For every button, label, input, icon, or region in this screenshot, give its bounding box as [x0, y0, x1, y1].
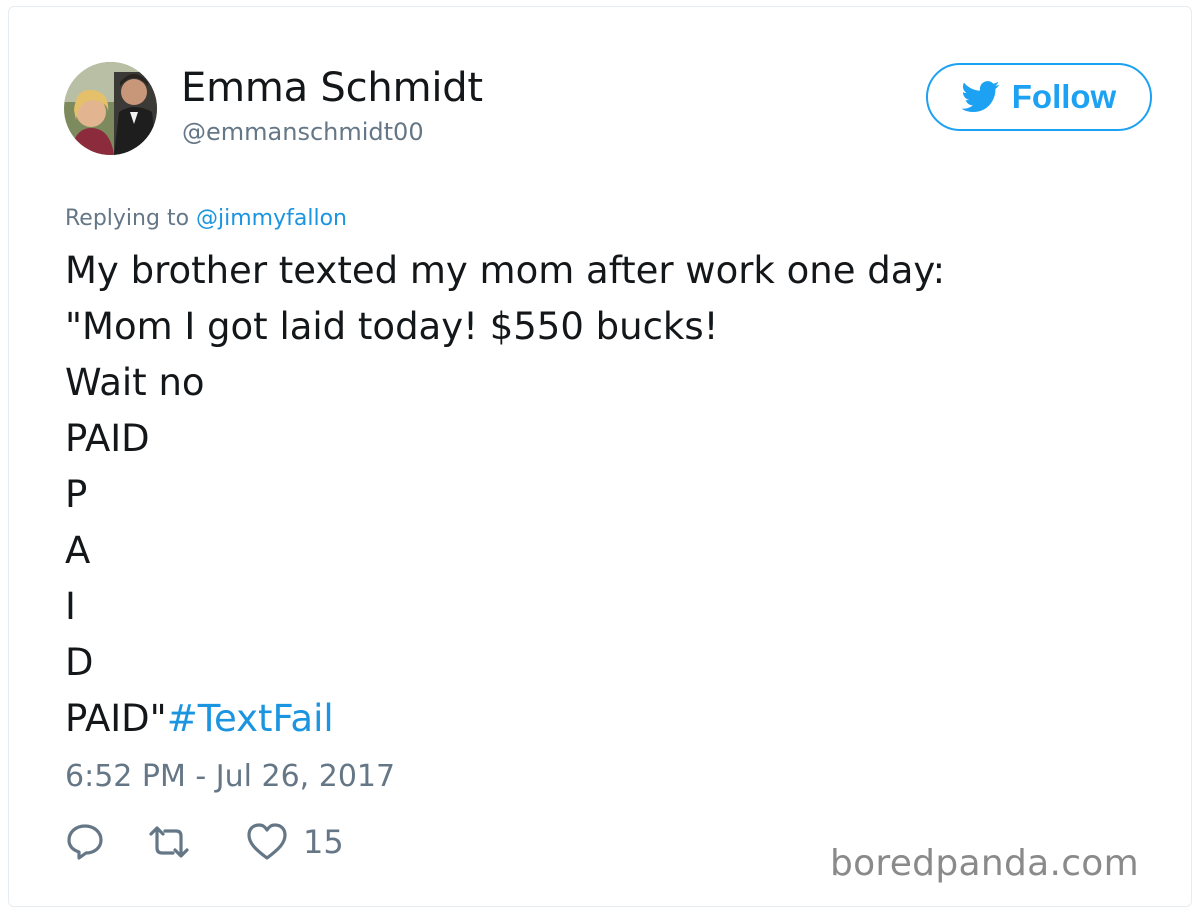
tweet-line: "Mom I got laid today! $550 bucks!	[65, 305, 719, 348]
tweet-line: P	[65, 473, 88, 516]
twitter-bird-icon	[961, 81, 1000, 113]
like-count: 15	[303, 823, 344, 861]
replying-to: Replying to @jimmyfallon	[65, 206, 347, 231]
tweet-line: D	[65, 641, 94, 684]
tweet-line: My brother texted my mom after work one …	[65, 249, 946, 292]
retweet-button[interactable]	[143, 822, 195, 862]
tweet-line: Wait no	[65, 361, 205, 404]
avatar[interactable]	[64, 62, 157, 155]
display-name[interactable]: Emma Schmidt	[181, 65, 483, 111]
tweet-text: My brother texted my mom after work one …	[65, 243, 1145, 747]
tweet-last-line-text: PAID"	[65, 697, 167, 740]
reply-mention-link[interactable]: @jimmyfallon	[196, 206, 347, 231]
tweet-card: Emma Schmidt @emmanschmidt00 Follow Repl…	[8, 6, 1192, 907]
tweet-line: A	[65, 529, 91, 572]
tweet-line: PAID	[65, 417, 150, 460]
reply-icon	[67, 824, 103, 860]
like-button[interactable]: 15	[245, 822, 344, 862]
follow-button-label: Follow	[1011, 78, 1117, 115]
watermark: boredpanda.com	[829, 843, 1139, 884]
replying-to-prefix: Replying to	[65, 206, 197, 231]
user-handle[interactable]: @emmanschmidt00	[182, 118, 424, 146]
heart-icon	[247, 823, 287, 860]
tweet-timestamp[interactable]: 6:52 PM - Jul 26, 2017	[65, 759, 395, 794]
reply-button[interactable]	[65, 822, 105, 862]
retweet-icon	[149, 826, 189, 858]
tweet-last-line: PAID"#TextFail	[65, 691, 1145, 747]
avatar-photo	[64, 62, 157, 155]
follow-button[interactable]: Follow	[926, 63, 1152, 131]
tweet-line: I	[65, 585, 76, 628]
hashtag-link[interactable]: #TextFail	[167, 697, 334, 740]
